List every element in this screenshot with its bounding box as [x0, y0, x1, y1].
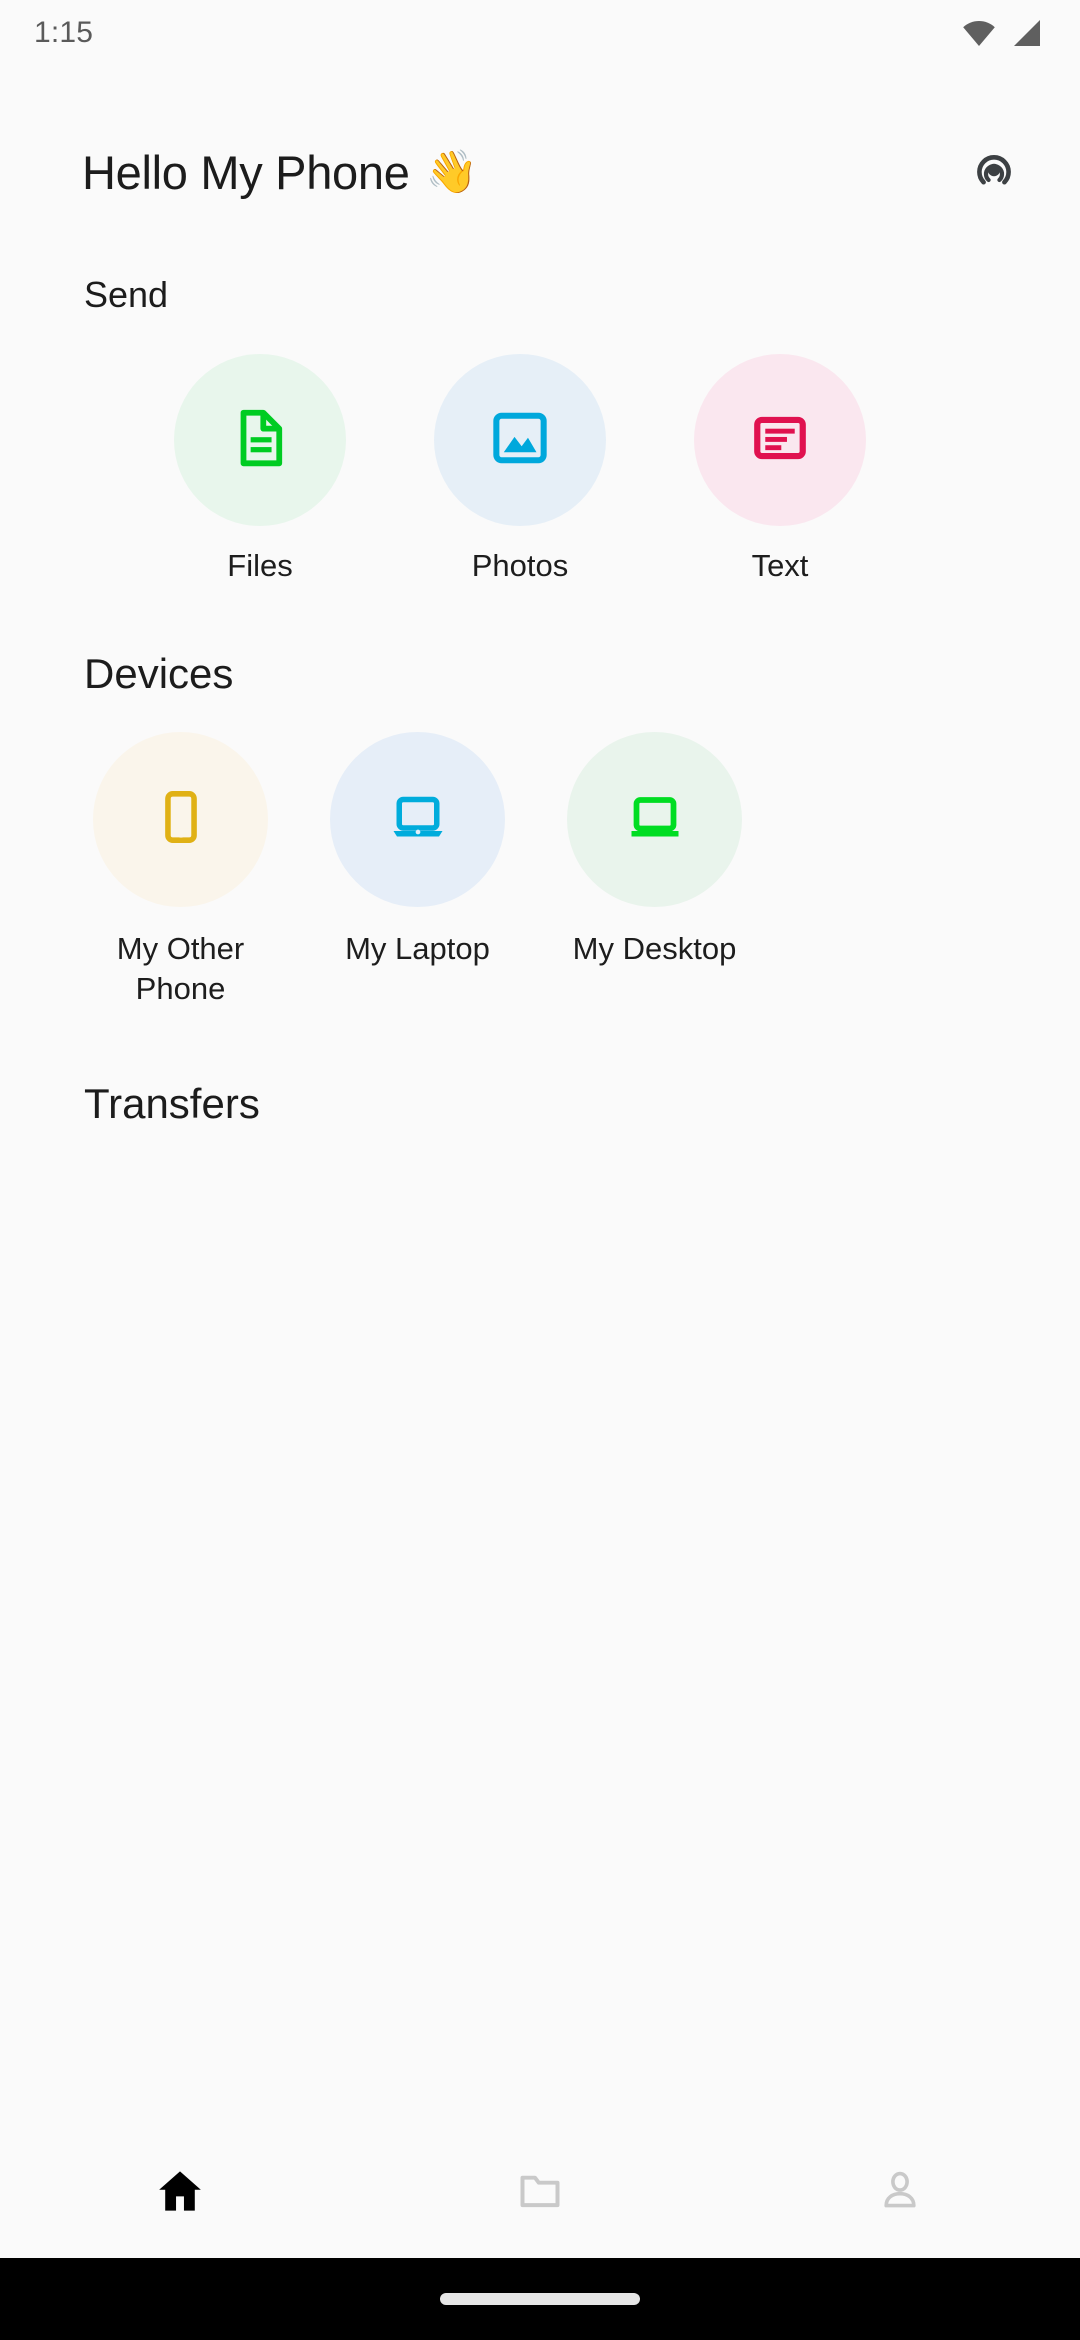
broadcast-icon [968, 144, 1020, 201]
broadcast-button[interactable] [948, 126, 1040, 218]
send-option-files[interactable]: Files [130, 354, 390, 584]
transfers-list [0, 1128, 1080, 2128]
page-title-text: Hello My Phone [82, 145, 410, 199]
smartphone-icon [152, 788, 210, 851]
app-screen: 1:15 Hello My Phone 👋 Send Files Photos … [0, 0, 1080, 2340]
device-my-desktop-circle [567, 732, 742, 907]
devices-row: My Other Phone My Laptop My Desktop [0, 732, 1080, 1008]
image-icon [487, 405, 553, 476]
device-my-laptop-circle [330, 732, 505, 907]
cellular-signal-icon [1010, 19, 1042, 47]
wifi-icon [962, 19, 996, 47]
laptop-icon [388, 787, 448, 852]
waving-hand-emoji: 👋 [425, 148, 478, 195]
system-gesture-bar [0, 2258, 1080, 2340]
send-option-text-label: Text [751, 548, 809, 583]
person-icon [877, 2168, 923, 2219]
nav-tab-home[interactable] [0, 2128, 360, 2258]
send-option-photos-circle [434, 354, 606, 526]
send-option-text[interactable]: Text [650, 354, 910, 584]
device-my-laptop-label: My Laptop [345, 931, 490, 966]
device-my-desktop[interactable]: My Desktop [536, 732, 773, 969]
send-option-text-circle [694, 354, 866, 526]
send-option-files-circle [174, 354, 346, 526]
send-option-files-label: Files [227, 548, 293, 583]
document-icon [227, 405, 293, 476]
home-pill-indicator[interactable] [440, 2293, 640, 2305]
status-bar-clock: 1:15 [34, 16, 94, 49]
folder-icon [515, 2166, 565, 2221]
send-option-photos-label: Photos [471, 548, 569, 583]
device-my-other-phone[interactable]: My Other Phone [62, 732, 299, 1008]
nav-tab-files[interactable] [360, 2128, 720, 2258]
status-bar: 1:15 [0, 0, 1080, 66]
device-my-other-phone-label: My Other Phone [116, 931, 245, 1006]
send-options-row: Files Photos Text [0, 354, 1080, 584]
send-option-photos[interactable]: Photos [390, 354, 650, 584]
device-my-other-phone-circle [93, 732, 268, 907]
monitor-icon [625, 787, 685, 852]
bottom-navigation-bar [0, 2128, 1080, 2258]
section-header-devices: Devices [84, 650, 234, 697]
page-title: Hello My Phone 👋 [82, 145, 478, 200]
text-lines-icon [749, 407, 811, 474]
nav-tab-profile[interactable] [720, 2128, 1080, 2258]
section-header-send: Send [84, 274, 169, 315]
home-icon [155, 2166, 205, 2221]
section-header-transfers: Transfers [84, 1080, 260, 1128]
app-bar: Hello My Phone 👋 [0, 112, 1080, 232]
device-my-laptop[interactable]: My Laptop [299, 732, 536, 969]
device-my-desktop-label: My Desktop [572, 931, 737, 966]
status-bar-icons [962, 19, 1042, 47]
